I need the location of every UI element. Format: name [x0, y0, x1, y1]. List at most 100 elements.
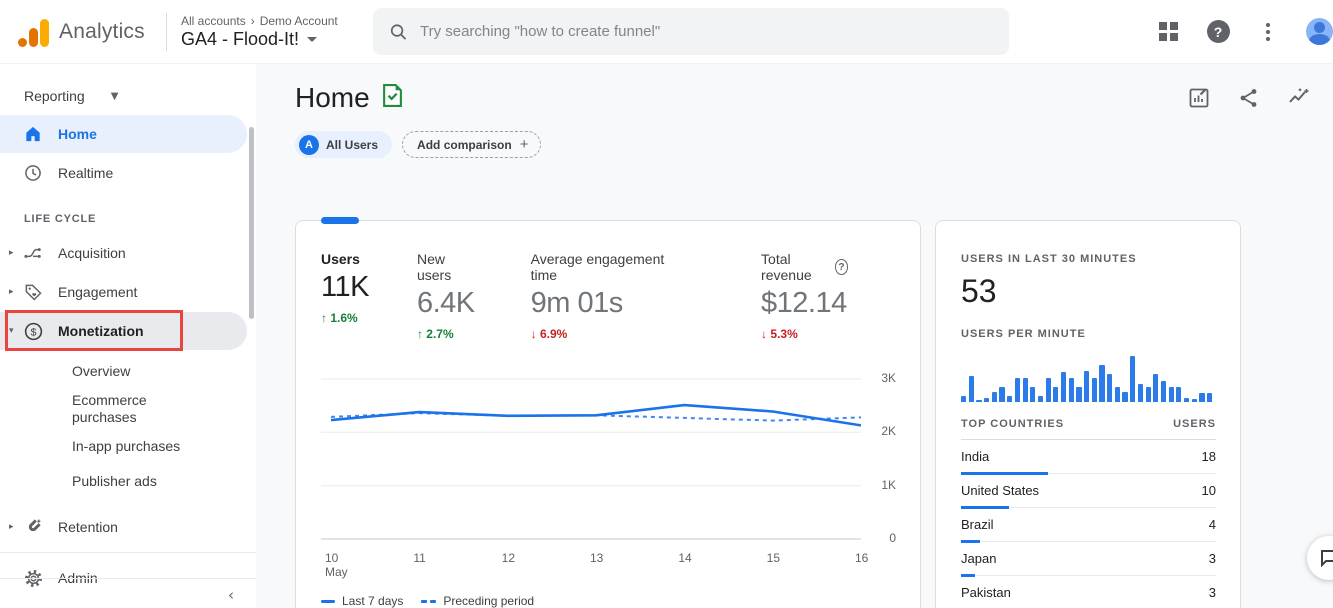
property-caret-icon [307, 37, 317, 42]
plus-icon: + [520, 136, 529, 153]
sidebar-item-engagement[interactable]: ▸ Engagement [0, 273, 256, 311]
chevron-down-icon[interactable]: ▾ [0, 326, 20, 336]
x-axis-labels: 10May111213141516 [321, 549, 861, 581]
per-minute-bar [999, 387, 1004, 402]
per-minute-bar [1176, 387, 1181, 402]
x-axis-label: 11 [413, 551, 425, 565]
breadcrumb-separator: › [251, 14, 255, 28]
metric-users[interactable]: Users 11K ↑ 1.6% [321, 251, 369, 341]
sidebar-footer: ‹ [0, 578, 256, 608]
per-minute-bar [1007, 396, 1012, 402]
sidebar-item-realtime[interactable]: Realtime [0, 154, 256, 192]
chevron-right-icon[interactable]: ▸ [0, 522, 20, 532]
users-per-minute-bar-chart [961, 354, 1216, 402]
per-minute-bar [1015, 378, 1020, 402]
users-trend-line-chart: 10May111213141516 3K 2K 1K 0 [321, 369, 896, 584]
per-minute-bar [1076, 387, 1081, 402]
metric-new-users[interactable]: New users 6.4K ↑ 2.7% [417, 251, 475, 341]
svg-text:$: $ [30, 326, 36, 338]
main-content: Home [256, 64, 1333, 608]
per-minute-bar [969, 376, 974, 402]
per-minute-bar [992, 392, 997, 402]
more-vert-icon [1266, 23, 1270, 41]
chevron-right-icon[interactable]: ▸ [0, 287, 20, 297]
global-search[interactable] [373, 8, 1009, 55]
insights-button[interactable] [1287, 86, 1311, 110]
sidebar-item-acquisition[interactable]: ▸ Acquisition [0, 234, 256, 272]
monetization-subnav: Overview Ecommerce purchases In-app purc… [0, 351, 256, 500]
x-axis-label: 15 [767, 551, 780, 565]
table-row: United States10 [961, 474, 1216, 508]
per-minute-bar [976, 400, 981, 402]
breadcrumb-root[interactable]: All accounts [181, 14, 246, 28]
engagement-tag-icon [22, 281, 44, 303]
comparison-chip-all-users[interactable]: A All Users [295, 131, 392, 158]
property-name[interactable]: GA4 - Flood-It! [181, 29, 299, 50]
help-icon[interactable]: ? [835, 259, 848, 275]
grid-icon [1159, 22, 1178, 41]
sidebar-item-retention[interactable]: ▸ Retention [0, 508, 256, 546]
more-options-button[interactable] [1256, 20, 1280, 44]
sidebar-item-overview[interactable]: Overview [0, 357, 200, 386]
per-minute-bar [1130, 356, 1135, 402]
report-mode-selector[interactable]: Reporting ▼ [0, 64, 256, 114]
dashed-line-swatch [421, 600, 436, 603]
retention-magnet-icon [22, 516, 44, 538]
per-minute-bar [1207, 393, 1212, 402]
analytics-logo[interactable]: Analytics [0, 17, 166, 47]
x-axis-label: 12 [502, 551, 515, 565]
account-selector[interactable]: All accounts › Demo Account GA4 - Flood-… [167, 14, 359, 50]
table-row: Japan3 [961, 542, 1216, 576]
breadcrumb-account[interactable]: Demo Account [260, 14, 338, 28]
sidebar-scrollbar[interactable] [249, 127, 254, 319]
search-input[interactable] [420, 23, 993, 40]
table-row: Pakistan3 [961, 576, 1216, 608]
comparison-badge: A [299, 135, 319, 155]
sidebar-item-monetization[interactable]: ▾ $ Monetization [0, 312, 247, 350]
help-button[interactable]: ? [1206, 20, 1230, 44]
per-minute-bar [1099, 365, 1104, 402]
solid-line-swatch [321, 600, 335, 603]
avatar[interactable] [1306, 18, 1333, 45]
per-minute-bar [1184, 398, 1189, 402]
home-icon [22, 123, 44, 145]
customize-report-button[interactable] [1187, 86, 1211, 110]
monetization-dollar-icon: $ [22, 320, 44, 342]
per-minute-bar [1122, 392, 1127, 402]
collapse-sidebar-button[interactable]: ‹ [228, 586, 234, 604]
diagnostics-grid-button[interactable] [1156, 20, 1180, 44]
metrics-row: Users 11K ↑ 1.6% New users 6.4K ↑ 2.7% A… [321, 251, 896, 341]
per-minute-bar [961, 396, 966, 402]
sidebar-item-in-app-purchases[interactable]: In-app purchases [0, 432, 200, 461]
analytics-logo-icon [18, 17, 49, 47]
per-minute-bar [1069, 378, 1074, 402]
table-row: India18 [961, 440, 1216, 474]
sidebar-divider [0, 552, 256, 553]
top-countries-table: India18 United States10 Brazil4 Japan3 P… [961, 440, 1216, 608]
per-minute-bar [1053, 387, 1058, 402]
feedback-icon [1320, 549, 1333, 567]
page-title: Home [295, 82, 370, 114]
sidebar-item-publisher-ads[interactable]: Publisher ads [0, 467, 200, 496]
per-minute-bar [1084, 371, 1089, 402]
per-minute-bar [984, 398, 989, 402]
sidebar-item-home[interactable]: Home [0, 115, 247, 153]
realtime-card[interactable]: USERS IN LAST 30 MINUTES 53 USERS PER MI… [935, 220, 1241, 608]
per-minute-bar [1092, 378, 1097, 402]
chevron-right-icon[interactable]: ▸ [0, 248, 20, 258]
per-minute-bar [1169, 387, 1174, 402]
per-minute-bar [1199, 393, 1204, 402]
share-icon [1237, 86, 1261, 110]
users-per-minute-label: USERS PER MINUTE [961, 328, 1216, 340]
share-button[interactable] [1237, 86, 1261, 110]
legend-last-7-days: Last 7 days [321, 594, 403, 608]
metric-avg-engagement-time[interactable]: Average engagement time 9m 01s ↓ 6.9% [531, 251, 665, 341]
sidebar-item-ecommerce-purchases[interactable]: Ecommerce purchases [0, 386, 120, 432]
add-comparison-button[interactable]: Add comparison + [402, 131, 541, 158]
per-minute-bar [1023, 378, 1028, 402]
table-row: Brazil4 [961, 508, 1216, 542]
breadcrumb: All accounts › Demo Account [181, 14, 359, 28]
per-minute-bar [1061, 372, 1066, 402]
metric-total-revenue[interactable]: Total revenue? $12.14 ↓ 5.3% [761, 251, 848, 341]
last-7-days-line [331, 405, 861, 425]
